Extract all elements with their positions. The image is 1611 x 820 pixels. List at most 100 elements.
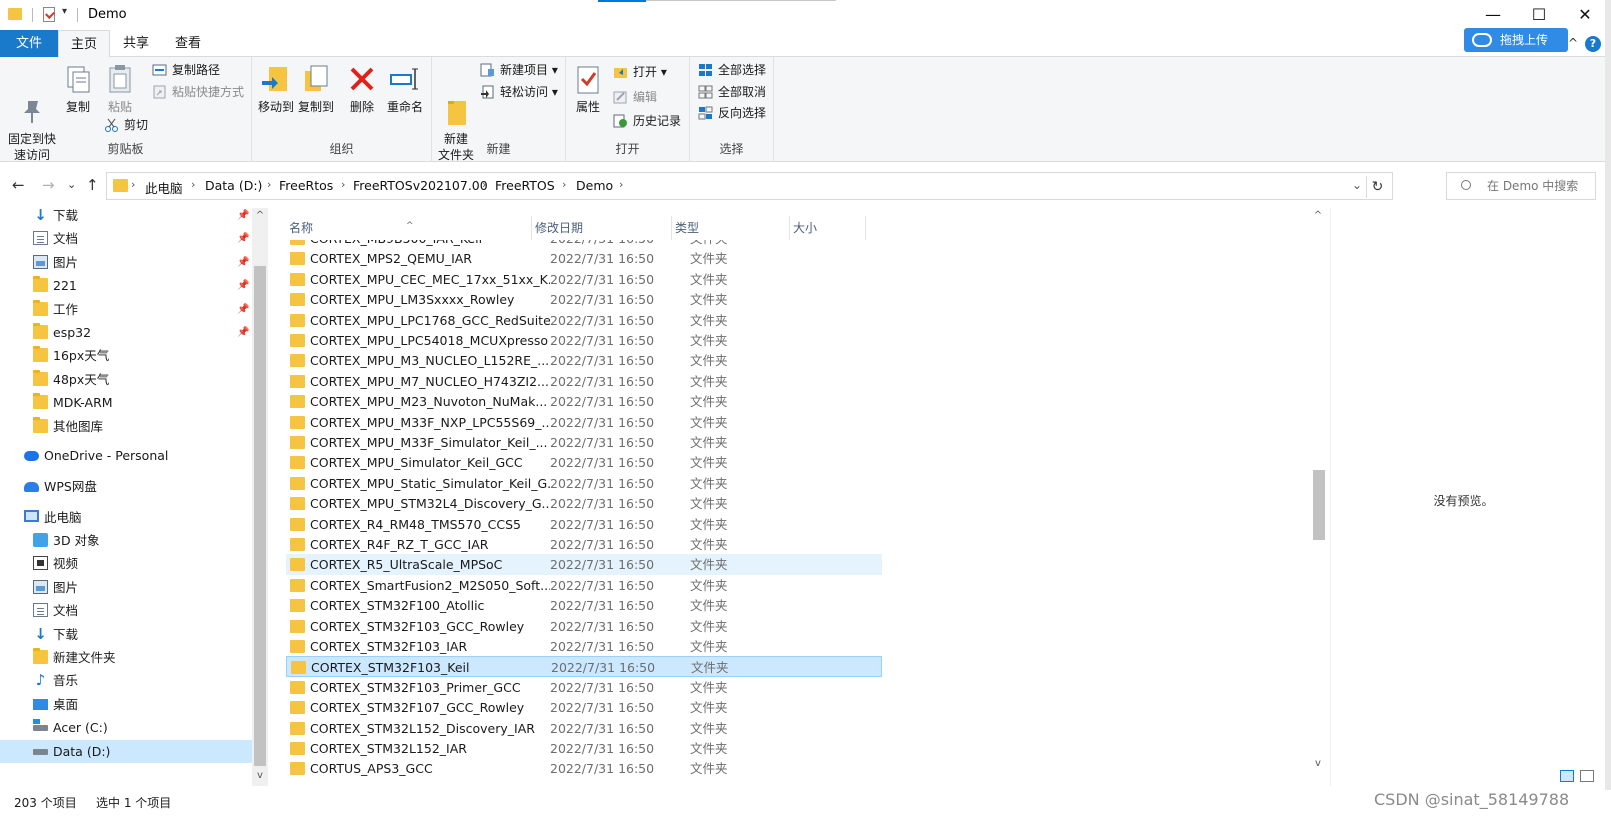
breadcrumb-separator[interactable]: › bbox=[619, 178, 623, 191]
nav-item-quick-access[interactable]: MDK-ARM bbox=[0, 391, 252, 414]
customize-quick-access-dropdown[interactable]: ▾ bbox=[62, 6, 67, 17]
large-icons-view-icon[interactable] bbox=[1580, 770, 1594, 782]
breadcrumb-separator[interactable]: › bbox=[562, 178, 566, 191]
edit-button[interactable]: 编辑 bbox=[613, 87, 657, 107]
nav-item-this-pc-child[interactable]: 3D 对象 bbox=[0, 529, 252, 552]
file-row[interactable]: CORTEX_MPS2_QEMU_IAR 2022/7/31 16:50 文件夹 bbox=[286, 248, 882, 269]
column-header-date[interactable]: 修改日期 bbox=[532, 216, 672, 240]
scroll-up-arrow[interactable]: ^ bbox=[252, 210, 268, 221]
nav-item-quick-access[interactable]: 16px天气 bbox=[0, 344, 252, 367]
breadcrumb-item[interactable]: 此电脑 bbox=[145, 178, 183, 197]
breadcrumb-separator[interactable]: › bbox=[341, 178, 345, 191]
file-row[interactable]: CORTEX_SmartFusion2_M2S050_Soft... 2022/7… bbox=[286, 575, 882, 596]
file-row[interactable]: CORTEX_STM32F103_IAR 2022/7/31 16:50 文件夹 bbox=[286, 636, 882, 657]
new-item-button[interactable]: 新建项目 ▾ bbox=[480, 60, 558, 80]
file-row[interactable]: CORTEX_STM32F107_GCC_Rowley 2022/7/31 16:… bbox=[286, 697, 882, 718]
tab-share[interactable]: 共享 bbox=[112, 30, 160, 57]
file-row[interactable]: CORTEX_STM32L152_IAR 2022/7/31 16:50 文件夹 bbox=[286, 738, 882, 759]
easy-access-button[interactable]: 轻松访问 ▾ bbox=[480, 82, 558, 102]
address-bar[interactable]: › 此电脑 › Data (D:) › FreeRtos › FreeRTOSv202107.… bbox=[106, 172, 1393, 200]
breadcrumb-separator[interactable]: › bbox=[131, 178, 135, 191]
select-none-button[interactable]: 全部取消 bbox=[698, 82, 766, 102]
nav-item-quick-access[interactable]: ↓ 下载 📌 bbox=[0, 204, 252, 227]
drag-upload-button[interactable]: 拖拽上传 bbox=[1464, 28, 1568, 52]
breadcrumb-item[interactable]: FreeRTOS bbox=[495, 178, 555, 193]
file-row[interactable]: CORTEX_MPU_M3_NUCLEO_L152RE_... 2022/7/31… bbox=[286, 350, 882, 371]
open-button[interactable]: 打开 ▾ bbox=[613, 62, 667, 82]
file-row[interactable]: CORTEX_STM32F103_Primer_GCC 2022/7/31 16:… bbox=[286, 677, 882, 698]
column-header-type[interactable]: 类型 bbox=[672, 216, 790, 240]
nav-item-this-pc-child[interactable]: ↓ 下载 bbox=[0, 623, 252, 646]
file-row[interactable]: CORTEX_STM32F100_Atollic 2022/7/31 16:50 文… bbox=[286, 595, 882, 616]
details-view-icon[interactable] bbox=[1560, 770, 1574, 782]
delete-button[interactable]: 删除 bbox=[346, 61, 378, 115]
copy-button[interactable]: 复制 bbox=[62, 61, 94, 115]
file-row[interactable]: CORTEX_R5_UltraScale_MPSoC 2022/7/31 16:5… bbox=[286, 554, 882, 576]
pin-icon[interactable]: 📌 bbox=[237, 204, 249, 227]
breadcrumb-separator[interactable]: › bbox=[267, 178, 271, 191]
scroll-thumb[interactable] bbox=[1313, 470, 1325, 540]
nav-item-onedrive[interactable]: OneDrive - Personal bbox=[0, 444, 252, 467]
file-row[interactable]: CORTEX_MPU_CEC_MEC_17xx_51xx_K... 2022/7/… bbox=[286, 269, 882, 290]
scroll-down-arrow[interactable]: v bbox=[1310, 758, 1326, 769]
file-row[interactable]: CORTUS_APS3_GCC 2022/7/31 16:50 文件夹 bbox=[286, 758, 882, 779]
back-button[interactable]: ← bbox=[12, 176, 25, 194]
file-row[interactable]: CORTEX_R4F_RZ_T_GCC_IAR 2022/7/31 16:50 文件… bbox=[286, 534, 882, 555]
tab-home[interactable]: 主页 bbox=[58, 30, 110, 58]
nav-item-quick-access[interactable]: 221 📌 bbox=[0, 274, 252, 297]
nav-item-this-pc-child[interactable]: Data (D:) bbox=[0, 739, 252, 763]
breadcrumb-item[interactable]: FreeRtos bbox=[279, 178, 333, 193]
cut-button[interactable]: 剪切 bbox=[104, 115, 148, 135]
paste-shortcut-button[interactable]: 粘贴快捷方式 bbox=[152, 82, 244, 102]
move-to-button[interactable]: 移动到 bbox=[256, 61, 296, 115]
nav-item-quick-access[interactable]: 48px天气 bbox=[0, 368, 252, 391]
nav-item-quick-access[interactable]: 工作 📌 bbox=[0, 298, 252, 321]
copy-path-button[interactable]: 复制路径 bbox=[152, 60, 220, 80]
scroll-thumb[interactable] bbox=[254, 266, 266, 766]
pin-icon[interactable]: 📌 bbox=[237, 321, 249, 344]
address-history-dropdown[interactable]: ⌄ bbox=[1352, 178, 1362, 192]
breadcrumb-item[interactable]: Demo bbox=[576, 178, 613, 193]
history-button[interactable]: 历史记录 bbox=[613, 111, 681, 131]
nav-item-this-pc-child[interactable]: 文档 bbox=[0, 599, 252, 622]
pin-icon[interactable]: 📌 bbox=[237, 251, 249, 274]
file-row[interactable]: CORTEX_STM32L152_Discovery_IAR 2022/7/31 … bbox=[286, 718, 882, 739]
tab-view[interactable]: 查看 bbox=[164, 30, 212, 57]
file-row[interactable]: CORTEX_MPU_M23_Nuvoton_NuMak... 2022/7/31… bbox=[286, 391, 882, 412]
scroll-up-arrow[interactable]: ^ bbox=[1310, 210, 1326, 221]
file-row[interactable]: CORTEX_MPU_LPC54018_MCUXpresso 2022/7/31 … bbox=[286, 330, 882, 351]
file-row[interactable]: CORTEX_MPU_Simulator_Keil_GCC 2022/7/31 1… bbox=[286, 452, 882, 473]
file-row[interactable]: CORTEX_MPU_M33F_Simulator_Keil_... 2022/7… bbox=[286, 432, 882, 453]
nav-item-quick-access[interactable]: 其他图库 bbox=[0, 415, 252, 438]
breadcrumb-item[interactable]: Data (D:) bbox=[205, 178, 262, 193]
properties-quick-icon[interactable] bbox=[43, 7, 55, 22]
breadcrumb-separator[interactable]: › bbox=[482, 178, 486, 191]
nav-item-quick-access[interactable]: 文档 📌 bbox=[0, 227, 252, 250]
file-list-scrollbar[interactable]: ^ v bbox=[1310, 208, 1326, 786]
forward-button[interactable]: → bbox=[42, 176, 55, 194]
file-row[interactable]: CORTEX_MPU_M33F_NXP_LPC55S69_... 2022/7/3… bbox=[286, 412, 882, 433]
file-row[interactable]: CORTEX_MPU_Static_Simulator_Keil_G... 202… bbox=[286, 473, 882, 494]
maximize-button[interactable]: ☐ bbox=[1516, 0, 1562, 30]
properties-button[interactable]: 属性 bbox=[570, 61, 606, 115]
recent-locations-dropdown[interactable]: ⌄ bbox=[67, 178, 76, 191]
column-header-name[interactable]: 名称 ^ bbox=[286, 216, 532, 240]
nav-item-this-pc-child[interactable]: 桌面 bbox=[0, 693, 252, 716]
nav-item-wps[interactable]: WPS网盘 bbox=[0, 475, 252, 498]
pin-icon[interactable]: 📌 bbox=[237, 298, 249, 321]
help-icon[interactable]: ? bbox=[1585, 36, 1601, 52]
nav-item-this-pc-child[interactable]: Acer (C:) bbox=[0, 716, 252, 739]
nav-scrollbar[interactable]: ^ v bbox=[252, 208, 268, 786]
tab-file[interactable]: 文件 bbox=[0, 30, 58, 57]
nav-item-this-pc-child[interactable]: ♪ 音乐 bbox=[0, 669, 252, 692]
pin-icon[interactable]: 📌 bbox=[237, 227, 249, 250]
file-row[interactable]: CORTEX_MPU_LPC1768_GCC_RedSuite 2022/7/31… bbox=[286, 310, 882, 331]
file-row[interactable]: CORTEX_MPU_M7_NUCLEO_H743ZI2... 2022/7/31… bbox=[286, 371, 882, 392]
nav-item-this-pc[interactable]: 此电脑 bbox=[0, 506, 252, 529]
pin-icon[interactable]: 📌 bbox=[237, 274, 249, 297]
file-row[interactable]: CORTEX_MPU_STM32L4_Discovery_G... 2022/7/… bbox=[286, 493, 882, 514]
nav-item-this-pc-child[interactable]: 视频 bbox=[0, 552, 252, 575]
nav-item-this-pc-child[interactable]: 新建文件夹 bbox=[0, 646, 252, 669]
file-row[interactable]: CORTEX_R4_RM48_TMS570_CCS5 2022/7/31 16:5… bbox=[286, 514, 882, 535]
close-button[interactable]: ✕ bbox=[1562, 0, 1608, 30]
